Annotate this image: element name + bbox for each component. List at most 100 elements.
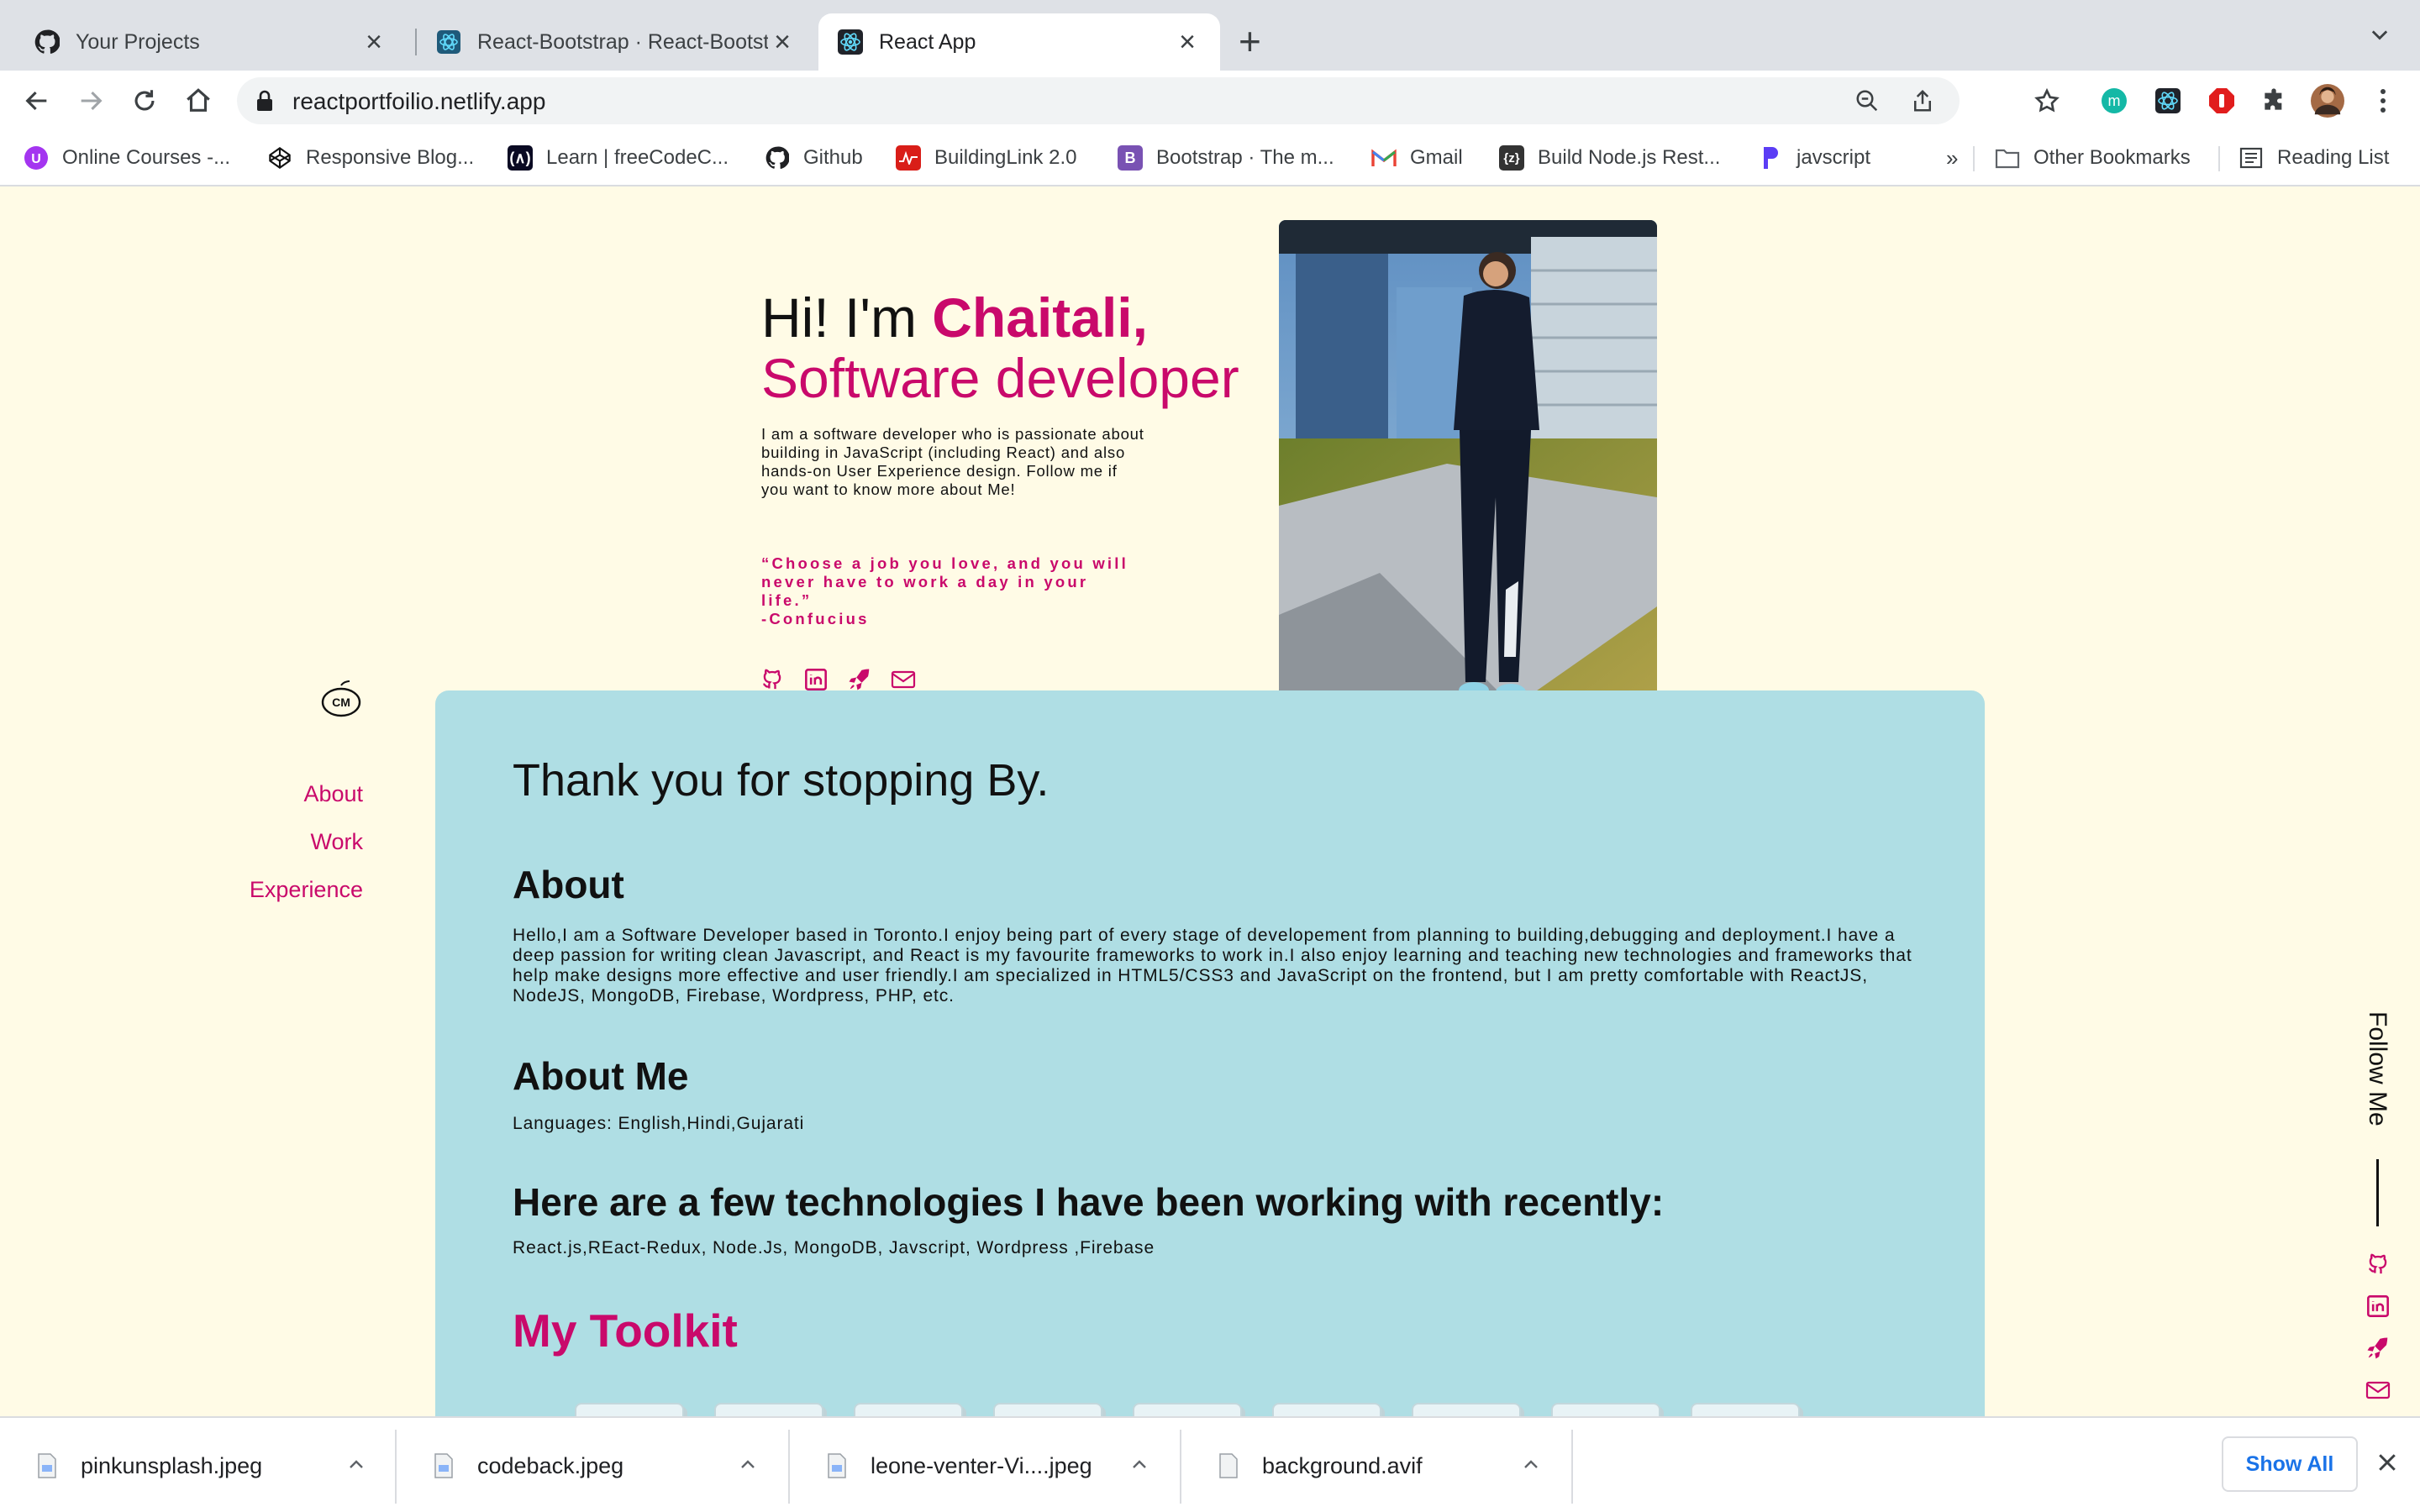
folder-icon (1995, 145, 2020, 171)
bookmark-label: Learn | freeCodeC... (546, 146, 729, 169)
rocket-icon[interactable] (2365, 1336, 2391, 1361)
new-tab-plus-icon[interactable]: + (1239, 22, 1261, 60)
reload-icon[interactable] (128, 84, 161, 118)
hero-greeting: Hi! I'm Chaitali, (761, 286, 1148, 349)
bookmark-label: Online Courses -... (62, 146, 231, 169)
react-bootstrap-icon (435, 29, 462, 55)
react-icon (837, 29, 864, 55)
download-item[interactable]: codeback.jpeg (397, 1418, 788, 1512)
bookmark-label: BuildingLink 2.0 (934, 146, 1077, 169)
bookmark-label: Gmail (1410, 146, 1463, 169)
puzzle-extensions-icon[interactable] (2257, 84, 2291, 118)
extension-m-icon[interactable]: m (2097, 84, 2131, 118)
bookmark-online-courses[interactable]: U Online Courses -... (24, 143, 230, 173)
github-icon[interactable] (2365, 1252, 2391, 1277)
chevron-up-icon[interactable] (738, 1455, 758, 1475)
tab-close-icon[interactable]: × (360, 28, 388, 56)
github-icon[interactable] (760, 667, 785, 692)
nav-work[interactable]: Work (250, 829, 363, 855)
tab-close-icon[interactable]: × (768, 28, 797, 56)
mail-icon[interactable] (891, 667, 916, 692)
tab-your-projects[interactable]: Your Projects × (15, 13, 407, 71)
bookmarks-separator (1973, 146, 1975, 171)
show-all-downloads-button[interactable]: Show All (2222, 1436, 2358, 1492)
tab-strip: Your Projects × React-Bootstrap · React-… (0, 0, 2420, 71)
hero-role: Software developer (761, 347, 1239, 409)
chevron-up-icon[interactable] (1129, 1455, 1150, 1475)
tab-react-bootstrap[interactable]: React-Bootstrap · React-Bootstrap × (417, 13, 815, 71)
bookmark-bootstrap[interactable]: B Bootstrap · The m... (1118, 143, 1334, 173)
svg-text:U: U (31, 152, 41, 166)
kebab-menu-icon[interactable] (2366, 84, 2400, 118)
chevron-down-icon[interactable] (2368, 24, 2391, 51)
follow-me-label: Follow Me (2363, 1011, 2396, 1146)
home-icon[interactable] (182, 84, 215, 118)
toolkit-tile (1133, 1403, 1242, 1416)
lock-icon (255, 89, 274, 117)
toolkit-tile (1691, 1403, 1800, 1416)
bookmark-label: javscript (1797, 146, 1871, 169)
reading-list-button[interactable]: Reading List (2238, 143, 2389, 173)
toolkit-tile (714, 1403, 823, 1416)
download-filename: pinkunsplash.jpeg (81, 1452, 263, 1478)
react-devtools-icon[interactable] (2151, 84, 2185, 118)
linkedin-icon[interactable] (2365, 1294, 2391, 1319)
adblock-icon[interactable] (2205, 84, 2238, 118)
browser-toolbar: reactportfoilio.netlify.app m (0, 71, 2420, 131)
download-item[interactable]: background.avif (1181, 1418, 1571, 1512)
rocket-icon[interactable] (847, 667, 872, 692)
languages-text: Languages: English,Hindi,Gujarati (513, 1114, 805, 1133)
github-icon (765, 145, 790, 171)
chevron-up-icon[interactable] (1521, 1455, 1541, 1475)
close-icon[interactable] (2375, 1450, 2400, 1479)
download-filename: leone-venter-Vi....jpeg (871, 1452, 1092, 1478)
portfolio-page: Hi! I'm Chaitali, Software developer I a… (0, 186, 2420, 1416)
svg-text:m: m (2108, 92, 2121, 109)
nav-about[interactable]: About (250, 781, 363, 807)
hero-social-links (760, 667, 916, 692)
toolkit-row (575, 1403, 1800, 1416)
github-icon (34, 29, 60, 55)
toolkit-tile (854, 1403, 963, 1416)
forward-arrow-icon[interactable] (74, 84, 108, 118)
svg-text:CM: CM (332, 696, 350, 709)
bookmark-responsive-blog[interactable]: Responsive Blog... (267, 143, 474, 173)
download-item[interactable]: leone-venter-Vi....jpeg (790, 1418, 1180, 1512)
tab-title: React App (879, 29, 976, 54)
site-logo[interactable]: CM (319, 680, 363, 722)
bookmark-other-bookmarks[interactable]: Other Bookmarks (1995, 143, 2191, 173)
toolkit-tile (575, 1403, 684, 1416)
chevron-up-icon[interactable] (346, 1455, 366, 1475)
tab-react-app[interactable]: React App × (818, 13, 1220, 71)
bookmark-github[interactable]: Github (765, 143, 863, 173)
nav-experience[interactable]: Experience (250, 877, 363, 903)
bookmark-freecodecamp[interactable]: (∧) Learn | freeCodeC... (508, 143, 729, 173)
toolkit-tile (1272, 1403, 1381, 1416)
bookmark-buildinglink[interactable]: BuildingLink 2.0 (896, 143, 1076, 173)
bookmark-build-node[interactable]: {z} Build Node.js Rest... (1499, 143, 1720, 173)
reading-list-icon (2238, 145, 2264, 171)
profile-avatar[interactable] (2311, 84, 2344, 118)
follow-social-links (2365, 1252, 2391, 1403)
bookmark-gmail[interactable]: Gmail (1371, 143, 1463, 173)
freecodecamp-icon: (∧) (508, 145, 533, 171)
tab-close-icon[interactable]: × (1173, 28, 1202, 56)
bookmark-star-icon[interactable] (2030, 84, 2064, 118)
side-nav: About Work Experience (250, 781, 363, 925)
download-separator (1571, 1430, 1573, 1504)
code-icon: {z} (1499, 145, 1524, 171)
bookmarks-overflow-chevron[interactable]: » (1946, 143, 1958, 173)
download-item[interactable]: pinkunsplash.jpeg (0, 1418, 395, 1512)
address-bar[interactable]: reactportfoilio.netlify.app (237, 77, 1960, 124)
follow-divider (2376, 1159, 2379, 1226)
hero-description: I am a software developer who is passion… (761, 425, 1144, 498)
image-file-icon (38, 1453, 56, 1478)
mail-icon[interactable] (2365, 1378, 2391, 1403)
share-icon[interactable] (1909, 87, 1936, 114)
zoom-out-icon[interactable] (1854, 87, 1881, 114)
back-arrow-icon[interactable] (20, 84, 54, 118)
greeting-text: Hi! I'm (761, 286, 933, 349)
codepen-icon (267, 145, 292, 171)
bookmark-javscript[interactable]: javscript (1758, 143, 1870, 173)
linkedin-icon[interactable] (803, 667, 829, 692)
